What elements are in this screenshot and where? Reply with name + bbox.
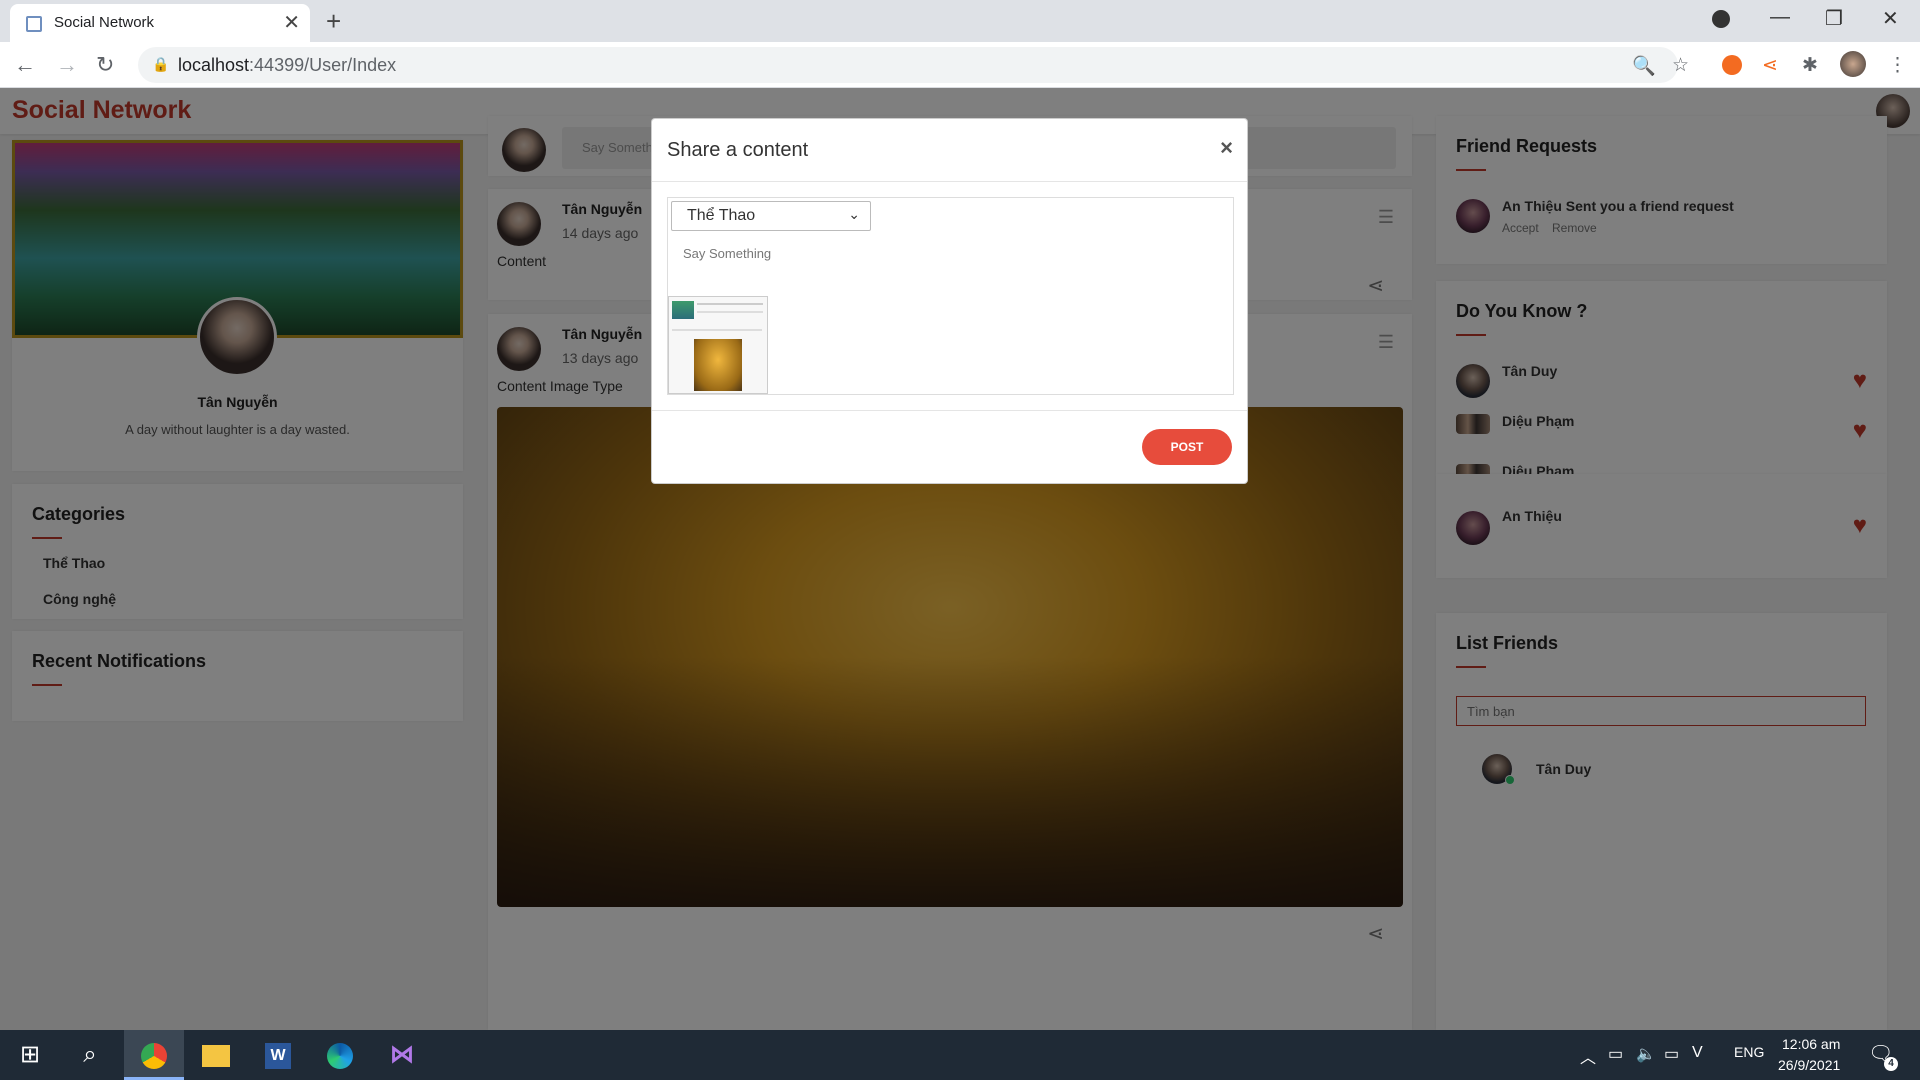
modal-close-icon[interactable]: × <box>1220 135 1233 161</box>
notification-count-badge: 4 <box>1884 1057 1898 1071</box>
thumbnail-line <box>672 329 762 331</box>
browser-tab[interactable]: Social Network ✕ <box>10 4 310 42</box>
zoom-icon[interactable]: 🔍 <box>1632 54 1656 78</box>
start-icon[interactable]: ⊞ <box>0 1030 60 1080</box>
profile-avatar-icon[interactable] <box>1840 51 1866 77</box>
visual-studio-icon[interactable]: ⋈ <box>372 1030 432 1080</box>
page-favicon-icon <box>26 16 42 32</box>
file-explorer-icon[interactable] <box>186 1030 246 1080</box>
category-select[interactable]: Thể Thao ⌄ <box>671 201 871 231</box>
page: Social Network Tân Nguyễn A day without … <box>0 88 1920 1030</box>
bookmark-star-icon[interactable]: ☆ <box>1672 54 1689 77</box>
thumbnail-image-preview <box>694 339 742 391</box>
windows-taskbar: ⊞ ⌕ W ⋈ ︿ ▭ 🔈 ▭ V ENG 12:06 am 26/9/2021… <box>0 1030 1920 1080</box>
modal-header: Share a content × <box>652 119 1247 182</box>
restore-icon[interactable]: ❐ <box>1825 6 1843 31</box>
browser-toolbar: ← → ↻ 🔒 localhost:44399/User/Index 🔍 ☆ ⋖… <box>0 42 1920 88</box>
language-indicator[interactable]: ENG <box>1734 1044 1764 1060</box>
window-close-icon[interactable]: ✕ <box>1882 6 1899 31</box>
volume-icon[interactable]: 🔈 <box>1636 1044 1656 1064</box>
tab-close-icon[interactable]: ✕ <box>283 10 300 35</box>
modal-footer: POST <box>652 410 1247 485</box>
word-icon[interactable]: W <box>248 1030 308 1080</box>
vpn-icon[interactable]: V <box>1692 1044 1703 1062</box>
extension-icon[interactable] <box>1722 55 1742 75</box>
lock-icon: 🔒 <box>152 56 170 72</box>
address-bar[interactable]: 🔒 localhost:44399/User/Index <box>138 47 1678 83</box>
profile-dropdown-icon[interactable] <box>1712 10 1730 28</box>
battery-icon[interactable]: ▭ <box>1608 1044 1623 1064</box>
modal-title: Share a content <box>667 139 809 161</box>
menu-kebab-icon[interactable]: ⋮ <box>1888 54 1907 77</box>
chevron-down-icon: ⌄ <box>848 206 860 222</box>
content-textarea[interactable]: Say Something <box>683 246 771 261</box>
network-icon[interactable]: ▭ <box>1664 1044 1679 1064</box>
attached-image-thumbnail[interactable] <box>668 296 768 394</box>
back-icon[interactable]: ← <box>14 52 36 78</box>
thumbnail-cover-preview <box>672 301 694 319</box>
browser-tab-strip: Social Network ✕ + — ❐ ✕ <box>0 0 1920 42</box>
url-text: localhost:44399/User/Index <box>178 55 397 75</box>
new-tab-icon[interactable]: + <box>326 6 341 37</box>
reload-icon[interactable]: ↻ <box>96 52 114 78</box>
forward-icon[interactable]: → <box>56 52 78 78</box>
chrome-icon[interactable] <box>124 1030 184 1080</box>
clock-time[interactable]: 12:06 am <box>1782 1036 1840 1052</box>
post-button[interactable]: POST <box>1142 429 1232 465</box>
edge-icon[interactable] <box>310 1030 370 1080</box>
tab-title: Social Network <box>54 14 155 31</box>
extensions-puzzle-icon[interactable]: ✱ <box>1802 54 1818 77</box>
share-extension-icon[interactable]: ⋖ <box>1762 54 1778 77</box>
thumbnail-line <box>697 303 763 305</box>
category-select-value: Thể Thao <box>687 207 756 224</box>
tray-chevron-icon[interactable]: ︿ <box>1580 1044 1596 1068</box>
minimize-icon[interactable]: — <box>1770 6 1790 29</box>
share-content-modal: Share a content × Thể Thao ⌄ Say Somethi… <box>651 118 1248 484</box>
search-icon[interactable]: ⌕ <box>60 1030 120 1080</box>
clock-date[interactable]: 26/9/2021 <box>1778 1057 1840 1073</box>
thumbnail-line <box>697 311 763 313</box>
modal-body: Thể Thao ⌄ Say Something <box>667 197 1234 395</box>
